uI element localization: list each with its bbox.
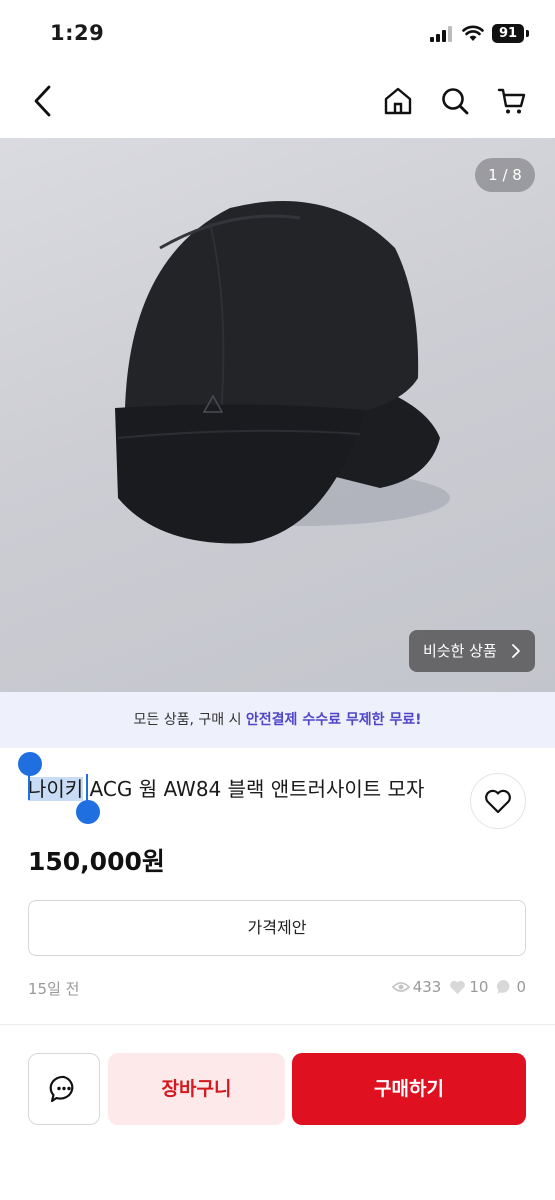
promo-highlight: 안전결제 수수료 무제한 무료!: [245, 712, 422, 728]
price-offer-button[interactable]: 가격제안: [28, 900, 526, 956]
status-time: 1:29: [50, 21, 105, 45]
heart-icon: [485, 789, 511, 814]
safe-payment-promo-banner[interactable]: 모든 상품, 구매 시 안전결제 수수료 무제한 무료!: [0, 692, 555, 748]
chat-button[interactable]: [28, 1053, 100, 1125]
home-button[interactable]: [381, 84, 415, 118]
like-count: 10: [449, 978, 488, 996]
image-counter: 1 / 8: [475, 158, 535, 192]
favorite-button[interactable]: [470, 773, 526, 829]
similar-products-label: 비슷한 상품: [423, 642, 497, 660]
status-bar: 1:29 91: [0, 0, 555, 62]
product-price: 150,000원: [28, 847, 165, 876]
buy-now-button[interactable]: 구매하기: [292, 1053, 526, 1125]
chevron-right-icon: [512, 644, 520, 658]
view-count-value: 433: [412, 978, 442, 996]
cellular-signal-icon: [430, 26, 452, 42]
heart-filled-icon: [450, 980, 466, 994]
promo-prefix: 모든 상품, 구매 시: [133, 712, 246, 728]
like-count-value: 10: [469, 978, 489, 996]
product-image-gallery[interactable]: 1 / 8 비슷한 상품: [0, 138, 555, 692]
selection-end-handle[interactable]: [76, 800, 100, 824]
selected-text: 나이키: [28, 777, 84, 801]
cart-button[interactable]: [495, 84, 529, 118]
battery-nub: [526, 30, 529, 37]
cart-icon: [497, 88, 526, 114]
chat-count-value: 0: [516, 978, 526, 996]
back-button[interactable]: [26, 84, 60, 118]
product-title-rest: ACG 웜 AW84 블랙 앤트러사이트 모자: [83, 777, 425, 801]
eye-icon: [391, 982, 410, 992]
similar-products-button[interactable]: 비슷한 상품: [409, 630, 535, 672]
chat-icon: [49, 1075, 74, 1103]
selection-start-handle[interactable]: [18, 752, 42, 776]
posted-time: 15일 전: [28, 980, 80, 998]
home-icon: [384, 87, 412, 115]
search-icon: [442, 88, 469, 115]
top-nav-bar: [0, 62, 555, 138]
chat-count: 0: [496, 978, 526, 996]
chat-bubble-filled-icon: [497, 979, 510, 994]
product-photo-cap: [115, 201, 450, 544]
chevron-left-icon: [34, 85, 51, 117]
product-stats: 433 10 0: [391, 978, 526, 996]
add-to-cart-button[interactable]: 장바구니: [108, 1053, 285, 1125]
wifi-icon: [462, 25, 484, 41]
section-divider: [0, 1024, 555, 1025]
search-button[interactable]: [438, 84, 472, 118]
view-count: 433: [391, 978, 442, 996]
battery-indicator: 91: [492, 24, 524, 43]
product-meta-row: 15일 전 433 10 0: [28, 978, 526, 1000]
